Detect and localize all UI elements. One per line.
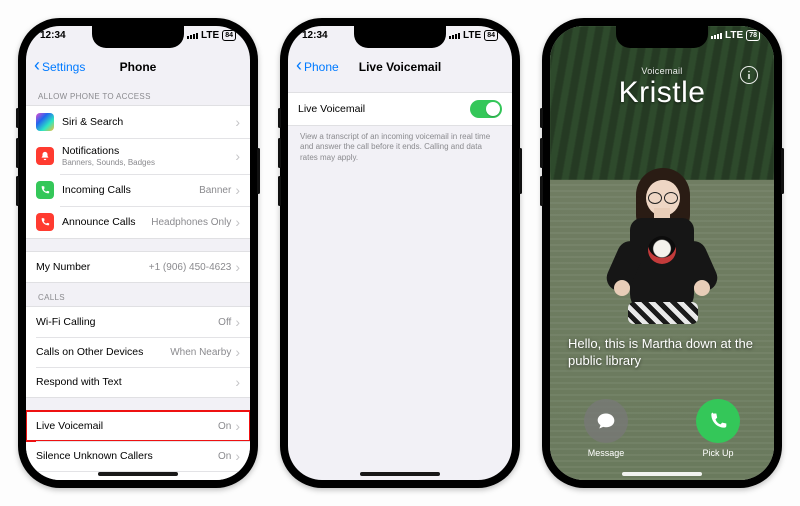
- back-button[interactable]: Settings: [34, 60, 85, 74]
- iphone-2: 12:34 LTE 84 Phone Live Voicemail Live V…: [280, 18, 520, 488]
- signal-icon: [187, 33, 198, 39]
- nav-bar: Phone Live Voicemail: [288, 52, 512, 82]
- pickup-button[interactable]: Pick Up: [696, 399, 740, 458]
- row-label: Live Voicemail: [36, 420, 218, 432]
- row-label: Respond with Text: [36, 376, 235, 388]
- row-value: Headphones Only: [151, 217, 231, 228]
- row-announce-calls[interactable]: Announce Calls Headphones Only: [26, 206, 250, 238]
- phone-icon: [696, 399, 740, 443]
- back-label: Phone: [304, 60, 339, 74]
- section-header-allow: ALLOW PHONE TO ACCESS: [26, 82, 250, 105]
- chevron-left-icon: [34, 60, 40, 74]
- caller-name: Kristle: [550, 76, 774, 110]
- notch: [92, 26, 184, 48]
- row-incoming-calls[interactable]: Incoming Calls Banner: [26, 174, 250, 206]
- row-wifi-calling[interactable]: Wi-Fi Calling Off: [26, 307, 250, 337]
- settings-content[interactable]: Live Voicemail View a transcript of an i…: [288, 82, 512, 480]
- row-label: Live Voicemail: [298, 103, 470, 115]
- nav-bar: Settings Phone: [26, 52, 250, 82]
- message-button[interactable]: Message: [584, 399, 628, 458]
- message-label: Message: [588, 448, 625, 458]
- phone-in-icon: [36, 181, 54, 199]
- network-label: LTE: [201, 30, 219, 41]
- row-label: Wi-Fi Calling: [36, 316, 218, 328]
- chevron-left-icon: [296, 60, 302, 74]
- page-title: Phone: [120, 60, 157, 74]
- screen-incoming-voicemail: LTE 78 Voicemail Kristle Hello, this is …: [550, 26, 774, 480]
- back-label: Settings: [42, 60, 85, 74]
- row-live-voicemail-toggle[interactable]: Live Voicemail: [288, 93, 512, 125]
- battery-icon: 78: [746, 30, 760, 41]
- settings-content[interactable]: ALLOW PHONE TO ACCESS Siri & Search Noti…: [26, 82, 250, 480]
- announce-icon: [36, 213, 54, 231]
- contact-photo: [602, 162, 722, 362]
- row-label: Notifications: [62, 145, 235, 157]
- row-value: +1 (906) 450-4623: [149, 262, 232, 273]
- siri-icon: [36, 113, 54, 131]
- row-respond-text[interactable]: Respond with Text: [26, 367, 250, 397]
- network-label: LTE: [725, 30, 743, 41]
- signal-icon: [449, 33, 460, 39]
- battery-icon: 84: [222, 30, 236, 41]
- notch: [616, 26, 708, 48]
- row-label: Announce Calls: [62, 216, 151, 228]
- status-time: [564, 30, 567, 41]
- row-label: Siri & Search: [62, 116, 235, 128]
- row-my-number[interactable]: My Number +1 (906) 450-4623: [26, 252, 250, 282]
- row-notifications[interactable]: Notifications Banners, Sounds, Badges: [26, 138, 250, 174]
- row-sublabel: Banners, Sounds, Badges: [62, 158, 235, 167]
- status-time: 12:34: [40, 30, 66, 41]
- info-button[interactable]: [740, 66, 758, 84]
- row-label: Silence Unknown Callers: [36, 450, 218, 462]
- row-label: Incoming Calls: [62, 184, 199, 196]
- toggle-switch-on[interactable]: [470, 100, 502, 118]
- row-value: On: [218, 451, 231, 462]
- screen-live-voicemail-setting: 12:34 LTE 84 Phone Live Voicemail Live V…: [288, 26, 512, 480]
- home-indicator[interactable]: [98, 472, 178, 476]
- status-time: 12:34: [302, 30, 328, 41]
- row-siri[interactable]: Siri & Search: [26, 106, 250, 138]
- section-header-calls: CALLS: [26, 283, 250, 306]
- iphone-1: 12:34 LTE 84 Settings Phone ALLOW PHONE …: [18, 18, 258, 488]
- pickup-label: Pick Up: [702, 448, 733, 458]
- back-button[interactable]: Phone: [296, 60, 339, 74]
- row-value: Off: [218, 317, 231, 328]
- row-value: When Nearby: [170, 347, 231, 358]
- bell-icon: [36, 147, 54, 165]
- row-value: On: [218, 421, 231, 432]
- network-label: LTE: [463, 30, 481, 41]
- row-other-devices[interactable]: Calls on Other Devices When Nearby: [26, 337, 250, 367]
- page-title: Live Voicemail: [359, 60, 441, 74]
- row-live-voicemail[interactable]: Live Voicemail On: [26, 411, 250, 441]
- row-silence-unknown[interactable]: Silence Unknown Callers On: [26, 441, 250, 471]
- iphone-3: LTE 78 Voicemail Kristle Hello, this is …: [542, 18, 782, 488]
- notch: [354, 26, 446, 48]
- row-label: Calls on Other Devices: [36, 346, 170, 358]
- home-indicator[interactable]: [622, 472, 702, 476]
- home-indicator[interactable]: [360, 472, 440, 476]
- setting-description: View a transcript of an incoming voicema…: [288, 126, 512, 163]
- screen-settings-phone: 12:34 LTE 84 Settings Phone ALLOW PHONE …: [26, 26, 250, 480]
- message-icon: [584, 399, 628, 443]
- battery-icon: 84: [484, 30, 498, 41]
- call-actions: Message Pick Up: [550, 399, 774, 458]
- row-label: My Number: [36, 261, 149, 273]
- live-transcript: Hello, this is Martha down at the public…: [568, 335, 756, 370]
- row-value: Banner: [199, 185, 231, 196]
- signal-icon: [711, 33, 722, 39]
